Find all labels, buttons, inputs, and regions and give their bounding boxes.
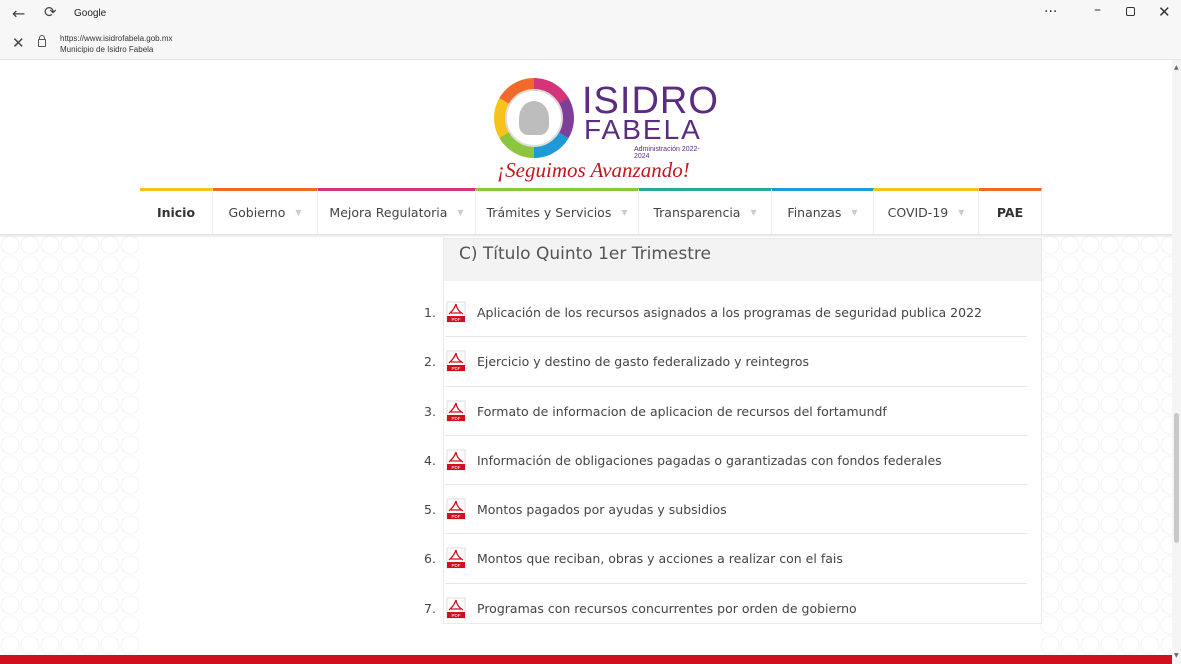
nav-item-label: Finanzas xyxy=(787,205,842,220)
tab-title: Google xyxy=(74,8,107,19)
svg-text:PDF: PDF xyxy=(452,613,461,618)
list-number: 1. xyxy=(424,305,436,320)
document-link[interactable]: Programas con recursos concurrentes por … xyxy=(477,601,857,616)
pdf-icon[interactable]: PDF xyxy=(446,547,466,569)
pdf-icon[interactable]: PDF xyxy=(446,449,466,471)
list-number: 2. xyxy=(424,354,436,370)
pdf-icon[interactable]: PDF xyxy=(446,597,466,619)
background-pattern-right xyxy=(1040,235,1172,655)
minimize-icon[interactable]: – xyxy=(1094,2,1101,18)
footer-bar xyxy=(0,655,1172,664)
stop-loading-icon[interactable]: ✕ xyxy=(12,34,25,52)
back-arrow-icon[interactable]: ← xyxy=(12,4,25,23)
list-number: 6. xyxy=(424,551,436,567)
pdf-icon[interactable]: PDF xyxy=(446,350,466,372)
nav-item-label: Mejora Regulatoria xyxy=(329,205,448,220)
background-pattern-left xyxy=(0,235,140,655)
address-bar: ✕ https://www.isidrofabela.gob.mx Munici… xyxy=(0,30,1181,60)
nav-item-transparencia[interactable]: Transparencia ▼ xyxy=(639,188,772,234)
svg-text:PDF: PDF xyxy=(452,563,461,568)
svg-text:PDF: PDF xyxy=(452,465,461,470)
chevron-down-icon: ▼ xyxy=(750,208,757,217)
document-list: 1. PDF Aplicación de los recursos asigna… xyxy=(410,288,1027,633)
pdf-icon[interactable]: PDF xyxy=(446,498,466,520)
nav-item-covid-19[interactable]: COVID-19 ▼ xyxy=(874,188,979,234)
chevron-down-icon: ▼ xyxy=(851,208,858,217)
list-item[interactable]: 3. PDF Formato de informacion de aplicac… xyxy=(424,387,1027,436)
nav-item-pae[interactable]: PAE xyxy=(979,188,1042,234)
svg-text:PDF: PDF xyxy=(452,514,461,519)
list-number: 5. xyxy=(424,502,436,518)
nav-item-mejora-regulatoria[interactable]: Mejora Regulatoria ▼ xyxy=(318,188,476,234)
document-link[interactable]: Montos que reciban, obras y acciones a r… xyxy=(477,551,843,566)
url-text[interactable]: https://www.isidrofabela.gob.mx xyxy=(60,34,173,43)
page-scrollbar[interactable]: ▲ ▼ xyxy=(1172,60,1181,664)
list-item[interactable]: 7. PDF Programas con recursos concurrent… xyxy=(424,584,1027,633)
list-item[interactable]: 5. PDF Montos pagados por ayudas y subsi… xyxy=(424,485,1027,535)
pdf-icon[interactable]: PDF xyxy=(446,301,466,323)
nav-item-label: Inicio xyxy=(156,205,196,220)
list-number: 4. xyxy=(424,452,436,468)
nav-item-gobierno[interactable]: Gobierno ▼ xyxy=(213,188,318,234)
chevron-down-icon: ▼ xyxy=(621,208,628,217)
more-menu-button[interactable]: ··· xyxy=(1044,4,1057,20)
list-number: 3. xyxy=(424,403,436,419)
list-item[interactable]: 6. PDF Montos que reciban, obras y accio… xyxy=(424,534,1027,584)
svg-text:PDF: PDF xyxy=(452,317,461,322)
list-item[interactable]: 1. PDF Aplicación de los recursos asigna… xyxy=(424,288,1027,338)
logo-line2: FABELA xyxy=(584,114,702,145)
close-window-icon[interactable]: ✕ xyxy=(1158,3,1171,21)
lock-icon[interactable] xyxy=(38,35,46,47)
section-title: C) Título Quinto 1er Trimestre xyxy=(459,244,711,264)
logo-emblem-icon xyxy=(494,78,574,158)
browser-titlebar: ← ⟳ Google ··· – ✕ xyxy=(0,0,1181,30)
nav-item-label: PAE xyxy=(996,205,1024,220)
chevron-down-icon: ▼ xyxy=(457,208,464,217)
maximize-icon[interactable] xyxy=(1126,7,1135,16)
section-header: C) Título Quinto 1er Trimestre xyxy=(444,239,1041,281)
document-link[interactable]: Información de obligaciones pagadas o ga… xyxy=(477,453,942,468)
svg-text:PDF: PDF xyxy=(452,366,461,371)
scroll-down-icon[interactable]: ▼ xyxy=(1174,652,1179,659)
page-viewport: ISIDRO FABELA Administración 2022-2024 ¡… xyxy=(0,60,1172,664)
nav-item-label: COVID-19 xyxy=(887,205,949,220)
nav-item-label: Gobierno xyxy=(228,205,286,220)
chevron-down-icon: ▼ xyxy=(295,208,302,217)
nav-item-label: Transparencia xyxy=(653,205,741,220)
chevron-down-icon: ▼ xyxy=(958,208,965,217)
scroll-up-icon[interactable]: ▲ xyxy=(1174,64,1179,71)
pdf-icon[interactable]: PDF xyxy=(446,400,466,422)
document-link[interactable]: Ejercicio y destino de gasto federalizad… xyxy=(477,354,809,369)
slogan: ¡Seguimos Avanzando! xyxy=(497,158,690,182)
document-link[interactable]: Formato de informacion de aplicacion de … xyxy=(477,404,887,419)
reload-icon[interactable]: ⟳ xyxy=(44,3,57,21)
list-number: 7. xyxy=(424,600,436,616)
site-name-text: Municipio de Isidro Fabela xyxy=(60,45,154,54)
nav-item-inicio[interactable]: Inicio xyxy=(140,188,213,234)
document-link[interactable]: Montos pagados por ayudas y subsidios xyxy=(477,502,727,517)
main-nav: Inicio Gobierno ▼ Mejora Regulatoria ▼ T… xyxy=(140,188,1042,234)
nav-item-label: Trámites y Servicios xyxy=(486,205,612,220)
svg-text:PDF: PDF xyxy=(452,416,461,421)
list-item[interactable]: 4. PDF Información de obligaciones pagad… xyxy=(424,436,1027,486)
list-item[interactable]: 2. PDF Ejercicio y destino de gasto fede… xyxy=(424,337,1027,387)
nav-item-finanzas[interactable]: Finanzas ▼ xyxy=(772,188,874,234)
document-link[interactable]: Aplicación de los recursos asignados a l… xyxy=(477,305,982,320)
scrollbar-thumb[interactable] xyxy=(1174,413,1179,543)
nav-item-tramites-servicios[interactable]: Trámites y Servicios ▼ xyxy=(476,188,639,234)
